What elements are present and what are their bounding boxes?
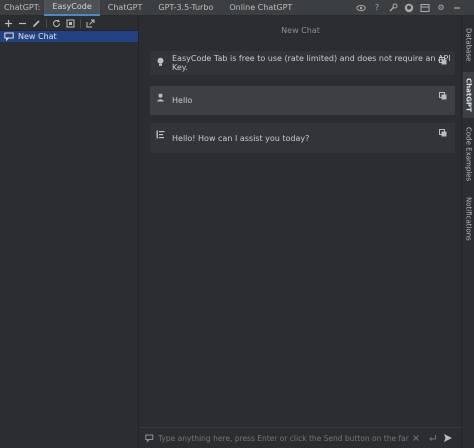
tool-tab-code-examples[interactable]: Code Examples <box>463 123 474 185</box>
layout-icon[interactable] <box>420 3 430 13</box>
github-icon[interactable] <box>404 3 414 13</box>
clear-icon[interactable] <box>411 433 421 443</box>
tool-tab-chatgpt[interactable]: ChatGPT <box>463 72 474 118</box>
refresh-icon[interactable] <box>52 19 61 28</box>
chat-list-item[interactable]: New Chat <box>0 31 138 42</box>
chat-bubble-icon <box>4 32 14 42</box>
tool-tab-label: Database <box>464 28 473 62</box>
tab-easycode[interactable]: EasyCode <box>44 0 100 16</box>
message-system: EasyCode Tab is free to use (rate limite… <box>150 51 455 75</box>
tab-chatgpt[interactable]: ChatGPT <box>100 0 151 16</box>
tab-label: EasyCode <box>52 2 92 11</box>
copy-icon[interactable] <box>439 129 447 137</box>
model-icon[interactable] <box>66 19 75 28</box>
person-icon <box>156 93 165 102</box>
chat-item-label: New Chat <box>18 32 57 41</box>
tool-tab-notifications[interactable]: Notifications <box>463 191 474 247</box>
tool-tab-label: Notifications <box>464 197 473 241</box>
tab-label: ChatGPT <box>107 3 143 12</box>
tool-tab-label: Code Examples <box>464 126 473 182</box>
help-icon[interactable]: ? <box>372 3 382 13</box>
chat-title: New Chat <box>281 26 320 35</box>
edit-icon[interactable] <box>32 19 41 28</box>
newline-icon[interactable] <box>427 433 437 443</box>
wrench-icon[interactable] <box>388 3 398 13</box>
message-input-bar <box>140 427 461 448</box>
message-assistant: Hello! How can I assist you today? <box>150 123 455 153</box>
minimize-icon[interactable] <box>452 3 462 13</box>
toolbar-separator <box>46 19 47 28</box>
copy-icon[interactable] <box>439 57 447 65</box>
export-icon[interactable] <box>86 19 95 28</box>
settings-icon[interactable]: ⚙ <box>436 3 446 13</box>
right-tool-strip: Database ChatGPT Code Examples Notificat… <box>461 17 474 448</box>
tab-label: Online ChatGPT <box>229 3 293 12</box>
tab-online-chatgpt[interactable]: Online ChatGPT <box>221 0 300 16</box>
chat-input-icon <box>145 433 155 443</box>
message-text: Hello <box>172 96 193 105</box>
bot-icon <box>156 130 165 139</box>
add-icon[interactable] <box>4 19 13 28</box>
tool-window-header: ChatGPT: EasyCode ChatGPT GPT-3.5-Turbo … <box>0 0 474 16</box>
tool-window-title: ChatGPT: <box>4 3 41 12</box>
chat-list-toolbar <box>0 17 138 31</box>
message-text: Hello! How can I assist you today? <box>172 133 310 143</box>
lightbulb-icon <box>156 57 165 66</box>
eye-icon[interactable] <box>356 3 366 13</box>
toolbar-separator <box>80 19 81 28</box>
chat-list-panel: New Chat <box>0 17 139 448</box>
message-text: EasyCode Tab is free to use (rate limite… <box>172 54 451 72</box>
message-user: Hello <box>150 86 455 115</box>
remove-icon[interactable] <box>18 19 27 28</box>
message-input[interactable] <box>155 433 411 443</box>
tab-label: GPT-3.5-Turbo <box>158 3 214 12</box>
tool-tab-database[interactable]: Database <box>463 23 474 67</box>
send-icon[interactable] <box>443 433 453 443</box>
chat-panel: New Chat EasyCode Tab is free to use (ra… <box>140 17 461 448</box>
tool-tab-label: ChatGPT <box>464 78 473 112</box>
tab-gpt-35-turbo[interactable]: GPT-3.5-Turbo <box>150 0 221 16</box>
copy-icon[interactable] <box>439 92 447 100</box>
